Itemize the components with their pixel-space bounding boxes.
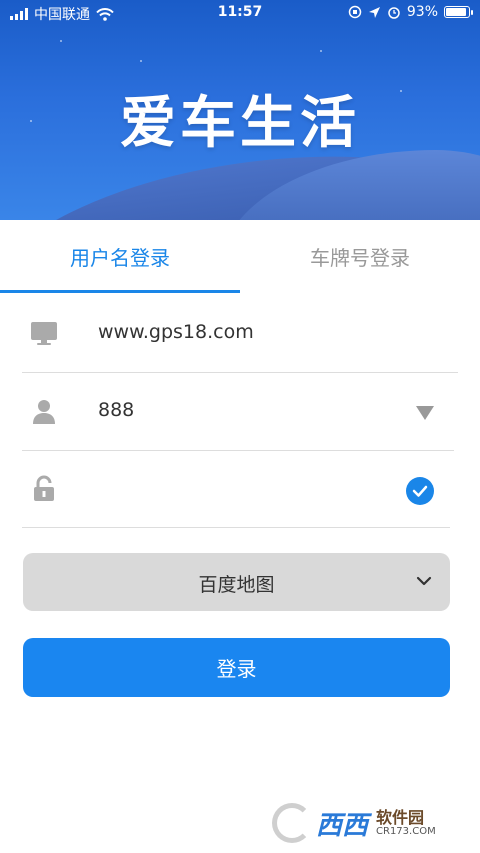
server-field — [22, 295, 458, 373]
active-tab-indicator — [0, 290, 240, 293]
watermark-logo: 西西 软件园 CR173.COM — [272, 803, 472, 843]
watermark-sub: 软件园 — [376, 807, 425, 827]
star-decoration — [60, 40, 62, 42]
password-input[interactable] — [98, 476, 378, 498]
tab-plate-login[interactable]: 车牌号登录 — [240, 242, 480, 271]
battery-percent: 93% — [406, 4, 438, 20]
watermark-c-icon — [272, 803, 312, 843]
login-tabs: 用户名登录 车牌号登录 — [0, 222, 480, 294]
checkmark-icon — [412, 485, 428, 497]
star-decoration — [140, 60, 142, 62]
map-type-select[interactable]: 百度地图 — [23, 553, 450, 611]
battery-icon — [444, 6, 473, 18]
remember-password-checkbox[interactable] — [406, 477, 434, 505]
caret-down-icon[interactable] — [416, 406, 434, 420]
username-input[interactable] — [98, 399, 378, 421]
chevron-down-icon — [416, 576, 432, 586]
map-type-selected: 百度地图 — [198, 574, 275, 596]
login-button[interactable]: 登录 — [23, 638, 450, 697]
alarm-icon — [388, 7, 400, 19]
server-input[interactable] — [98, 321, 438, 343]
username-field — [22, 373, 454, 451]
battery-fill — [446, 8, 466, 16]
status-bar: 中国联通 11:57 93% — [0, 0, 480, 26]
password-field — [22, 450, 450, 528]
star-decoration — [320, 50, 322, 52]
monitor-icon — [31, 322, 57, 345]
watermark-url: CR173.COM — [376, 826, 436, 838]
header-banner: 中国联通 11:57 93% 爱车生活 — [0, 0, 480, 220]
watermark-main: 西西 — [316, 810, 369, 841]
lock-icon — [34, 475, 54, 501]
tab-username-login[interactable]: 用户名登录 — [0, 242, 240, 271]
app-title: 爱车生活 — [120, 91, 360, 156]
orientation-lock-icon — [348, 5, 362, 19]
user-icon — [33, 400, 55, 424]
location-icon — [368, 6, 380, 18]
